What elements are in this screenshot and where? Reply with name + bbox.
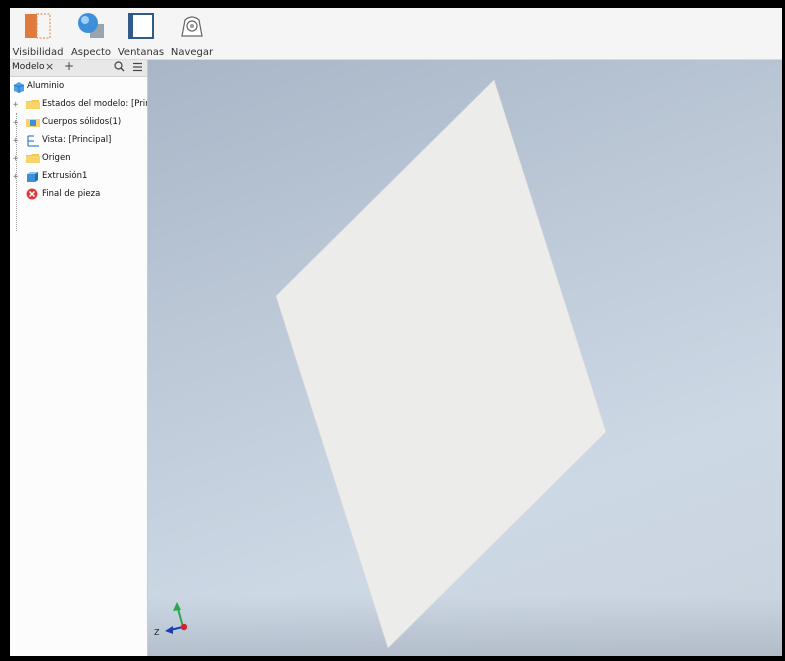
solid-bodies-icon <box>26 117 40 131</box>
axis-z-label: Z <box>154 628 160 637</box>
appearance-label: Aspecto <box>70 47 112 58</box>
tree-item-label: Final de pieza <box>42 189 101 199</box>
visibility-button[interactable]: Visibilidad <box>12 8 64 59</box>
graphics-viewport[interactable]: Z <box>148 60 782 656</box>
browser-header: Modelo × + <box>10 59 147 77</box>
visibility-label: Visibilidad <box>12 47 64 58</box>
visibility-icon <box>23 12 53 40</box>
expand-plus-icon[interactable]: + <box>13 154 18 164</box>
add-tab-icon[interactable]: + <box>64 59 74 73</box>
ribbon-toolbar: Visibilidad Aspecto Ventanas Navegar <box>10 8 782 60</box>
tree-item-label: Estados del modelo: [Princ <box>42 99 147 109</box>
folder-icon <box>26 99 40 113</box>
windows-button[interactable]: Ventanas <box>118 8 164 59</box>
close-tab-icon[interactable]: × <box>45 60 54 73</box>
tree-item-label: Vista: [Principal] <box>42 135 112 145</box>
navigate-label: Navegar <box>170 47 214 58</box>
windows-icon <box>126 12 156 40</box>
extrusion-icon <box>26 171 40 185</box>
tab-modelo[interactable]: Modelo <box>12 62 45 72</box>
application-window: Visibilidad Aspecto Ventanas Navegar Mod… <box>10 8 782 656</box>
hamburger-menu-icon[interactable] <box>132 62 143 75</box>
tree-item-origen[interactable]: + Origen <box>10 151 147 167</box>
tree-item-vista[interactable]: + Vista: [Principal] <box>10 133 147 149</box>
tree-item-aluminio[interactable]: Aluminio <box>10 79 147 95</box>
model-canvas: Z <box>154 79 607 649</box>
tree-item-label: Cuerpos sólidos(1) <box>42 117 122 127</box>
part-icon <box>13 81 25 95</box>
folder-icon <box>26 153 40 167</box>
appearance-button[interactable]: Aspecto <box>68 8 114 59</box>
tree-item-final-de-pieza[interactable]: Final de pieza <box>10 187 147 203</box>
view-orientation-triad: Z <box>154 602 188 637</box>
expand-plus-icon[interactable]: + <box>13 100 18 110</box>
aluminum-plate-face[interactable] <box>275 79 607 649</box>
tree-item-estados-del-modelo[interactable]: + Estados del modelo: [Princ <box>10 97 147 113</box>
windows-label: Ventanas <box>117 47 165 58</box>
appearance-icon <box>76 12 106 40</box>
expand-plus-icon[interactable]: + <box>13 118 18 128</box>
tree-item-label: Aluminio <box>27 81 65 91</box>
tree-item-extrusion1[interactable]: + Extrusión1 <box>10 169 147 185</box>
expand-plus-icon[interactable]: + <box>13 136 18 146</box>
end-of-part-icon <box>26 188 38 203</box>
navigate-icon <box>177 12 207 40</box>
expand-plus-icon[interactable]: + <box>13 172 18 182</box>
tree-item-label: Origen <box>42 153 71 163</box>
search-icon[interactable] <box>114 61 125 75</box>
tree-item-cuerpos-solidos[interactable]: + Cuerpos sólidos(1) <box>10 115 147 131</box>
view-icon <box>26 135 40 149</box>
navigate-button[interactable]: Navegar <box>170 8 214 59</box>
tree-item-label: Extrusión1 <box>42 171 88 181</box>
model-browser-panel: Modelo × + Aluminio + Estados del modelo… <box>10 59 148 656</box>
